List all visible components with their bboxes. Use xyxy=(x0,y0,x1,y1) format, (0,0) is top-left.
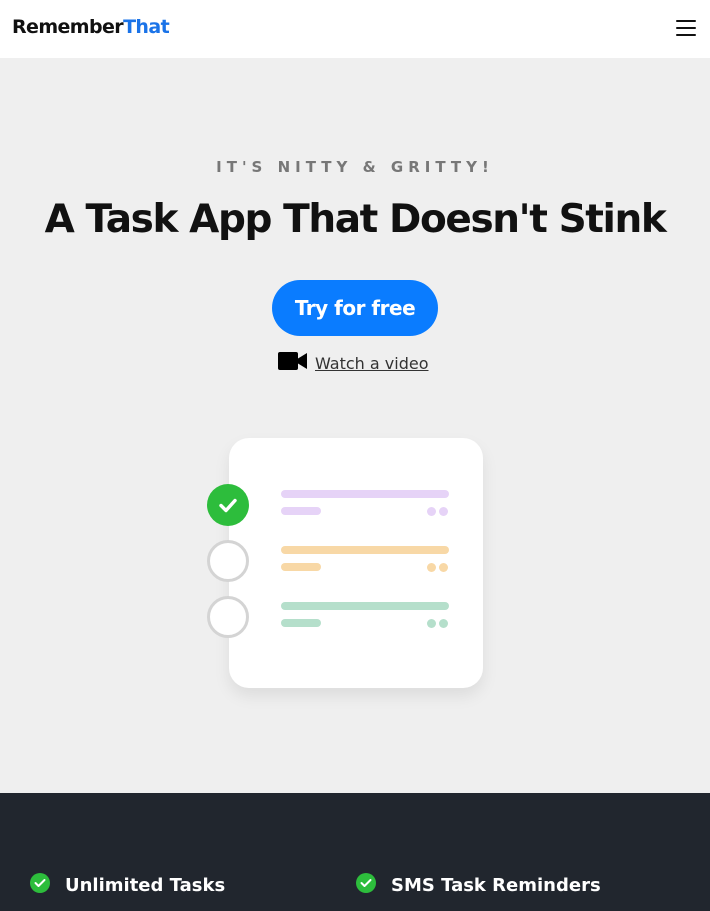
empty-check-circle-icon xyxy=(207,596,249,638)
task-dot xyxy=(439,619,448,628)
feature-label: SMS Task Reminders xyxy=(391,875,601,896)
task-title-bar xyxy=(281,490,449,498)
green-check-icon xyxy=(356,873,376,893)
features-band: Unlimited Tasks SMS Task Reminders xyxy=(0,793,710,911)
empty-check-circle-icon xyxy=(207,540,249,582)
try-for-free-button[interactable]: Try for free xyxy=(272,280,438,336)
hero-section: IT'S NITTY & GRITTY! A Task App That Doe… xyxy=(0,58,710,793)
task-subtitle-bar xyxy=(281,619,321,627)
top-navigation: RememberThat xyxy=(0,0,710,58)
logo-text-remember: Remember xyxy=(12,16,124,38)
task-title-bar xyxy=(281,602,449,610)
logo[interactable]: RememberThat xyxy=(12,15,170,39)
task-subtitle-bar xyxy=(281,563,321,571)
task-dot xyxy=(439,563,448,572)
task-dot xyxy=(427,507,436,516)
task-dot xyxy=(439,507,448,516)
task-dot xyxy=(427,619,436,628)
task-dot xyxy=(427,563,436,572)
green-check-icon xyxy=(30,873,50,893)
feature-label: Unlimited Tasks xyxy=(65,875,226,896)
logo-text-that: That xyxy=(123,16,170,38)
hero-headline: A Task App That Doesn't Stink xyxy=(44,197,667,242)
hamburger-menu-icon[interactable] xyxy=(674,17,698,39)
task-card xyxy=(229,438,483,688)
watch-video-label: Watch a video xyxy=(315,354,429,373)
task-title-bar xyxy=(281,546,449,554)
hero-eyebrow: IT'S NITTY & GRITTY! xyxy=(216,158,494,176)
completed-check-icon xyxy=(207,484,249,526)
task-subtitle-bar xyxy=(281,507,321,515)
video-camera-icon xyxy=(278,352,307,370)
